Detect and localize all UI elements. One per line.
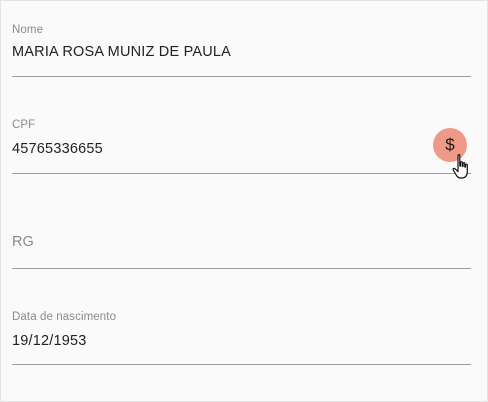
- nome-field[interactable]: Nome MARIA ROSA MUNIZ DE PAULA: [12, 1, 471, 81]
- nome-underline: [12, 76, 471, 77]
- cpf-field[interactable]: CPF 45765336655: [12, 101, 471, 177]
- nome-value[interactable]: MARIA ROSA MUNIZ DE PAULA: [12, 44, 231, 60]
- nascimento-field[interactable]: Data de nascimento 19/12/1953: [12, 301, 471, 371]
- rg-placeholder: RG: [12, 234, 34, 250]
- hand-pointer-icon: [452, 154, 468, 179]
- cpf-value[interactable]: 45765336655: [12, 141, 103, 157]
- rg-underline: [12, 268, 471, 269]
- nascimento-underline: [12, 364, 471, 365]
- dollar-icon: $: [445, 135, 455, 154]
- form-container: Nome MARIA ROSA MUNIZ DE PAULA CPF 45765…: [0, 0, 488, 402]
- nascimento-value[interactable]: 19/12/1953: [12, 333, 87, 349]
- rg-field[interactable]: RG: [12, 201, 471, 273]
- nome-label: Nome: [12, 24, 44, 36]
- cpf-label: CPF: [12, 119, 36, 131]
- nascimento-label: Data de nascimento: [12, 311, 117, 323]
- cpf-underline: [12, 173, 471, 174]
